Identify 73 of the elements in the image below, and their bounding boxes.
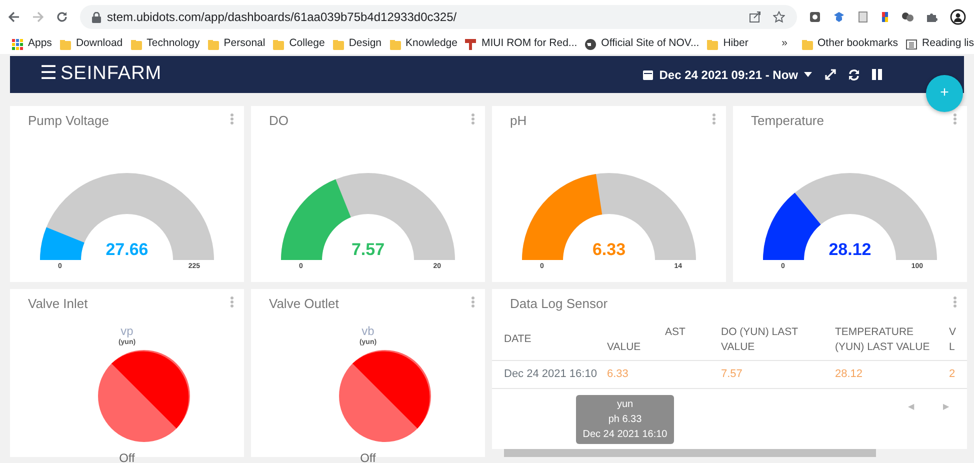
table-cell-text: 2 bbox=[949, 367, 956, 382]
folder-icon bbox=[130, 38, 142, 50]
lock-icon bbox=[92, 12, 101, 22]
folder-icon bbox=[273, 38, 284, 50]
widget-title: pH bbox=[510, 112, 527, 130]
gauge-value: 27.66 bbox=[104, 239, 150, 261]
puzzle-icon[interactable] bbox=[926, 11, 938, 23]
refresh-icon[interactable] bbox=[848, 68, 860, 80]
table-cell-text: 28.12 bbox=[835, 367, 864, 382]
extension-icon[interactable] bbox=[809, 11, 821, 23]
gauge-value: 6.33 bbox=[591, 239, 627, 261]
reading-list-icon bbox=[906, 38, 918, 50]
widget-title: Valve Outlet bbox=[269, 295, 339, 313]
site-icon bbox=[465, 38, 476, 50]
bookmark-link[interactable]: Other bookmarks bbox=[802, 36, 898, 52]
widget-title: Data Log Sensor bbox=[510, 295, 608, 313]
dashboard-title: SEINFARM bbox=[60, 62, 162, 86]
widget-title: Pump Voltage bbox=[28, 112, 109, 130]
folder-icon bbox=[802, 38, 813, 50]
more-bookmarks-button[interactable]: » bbox=[782, 36, 788, 52]
bookmark-link[interactable]: Hiber bbox=[707, 36, 748, 52]
table-cell-text: 7.57 bbox=[721, 367, 744, 382]
folder-icon bbox=[60, 38, 71, 50]
caret-icon bbox=[804, 72, 812, 77]
pause-icon[interactable] bbox=[872, 69, 882, 80]
indicator-state: Off bbox=[359, 450, 377, 463]
bookmark-link[interactable]: Apps bbox=[12, 36, 52, 52]
bookmark-link[interactable]: Design bbox=[332, 36, 382, 52]
widget-title: DO bbox=[269, 112, 288, 130]
widget-title: Valve Inlet bbox=[28, 295, 88, 313]
address-bar[interactable]: stem.ubidots.com/app/dashboards/61aa039b75b4d12933d0c325/ bbox=[80, 5, 797, 29]
column-header: DATE bbox=[503, 332, 532, 347]
date-range-selector[interactable]: Dec 24 2021 09:21 - Now bbox=[642, 64, 813, 84]
chart-tooltip: yun ph 6.33 Dec 24 2021 16:10 bbox=[576, 395, 674, 444]
folder-icon bbox=[390, 38, 401, 50]
bookmark-link[interactable]: Knowledge bbox=[390, 36, 458, 52]
folder-icon bbox=[208, 38, 219, 50]
fullscreen-icon[interactable] bbox=[825, 69, 836, 80]
scrollbar-thumb[interactable] bbox=[504, 449, 876, 457]
folder-icon bbox=[332, 38, 344, 50]
url-text: stem.ubidots.com/app/dashboards/61aa039b75b4d12933d0c325/ bbox=[107, 9, 457, 26]
gauge-value: 28.12 bbox=[828, 239, 872, 261]
back-icon[interactable] bbox=[8, 11, 20, 23]
bookmark-link[interactable]: Personal bbox=[208, 36, 266, 52]
widget-title: Temperature bbox=[751, 112, 824, 130]
star-icon[interactable] bbox=[773, 11, 785, 23]
column-header: DO (YUN) LAST VALUE bbox=[721, 324, 800, 354]
table-cell-text: Dec 24 2021 16:10 bbox=[503, 367, 598, 382]
column-header: AST VALUE bbox=[607, 324, 686, 354]
bookmark-link[interactable]: Official Site of NOV... bbox=[585, 36, 700, 52]
extension-icon[interactable] bbox=[901, 11, 914, 23]
bookmark-link[interactable]: College bbox=[273, 36, 325, 52]
bookmark-link[interactable]: Technology bbox=[130, 36, 200, 52]
reload-icon[interactable] bbox=[56, 11, 68, 23]
bookmark-link[interactable]: MIUI ROM for Red... bbox=[465, 36, 578, 52]
calendar-icon bbox=[643, 69, 654, 80]
bookmark-link[interactable]: Reading lis bbox=[906, 36, 974, 52]
extension-icon[interactable] bbox=[881, 11, 889, 23]
variable-name: vb bbox=[360, 323, 376, 338]
gauge-value: 7.57 bbox=[350, 239, 386, 261]
indicator-state: Off bbox=[118, 450, 136, 463]
bookmark-link[interactable]: Download bbox=[60, 36, 123, 52]
extension-icon[interactable] bbox=[833, 11, 845, 23]
apps-grid-icon bbox=[12, 38, 23, 50]
column-header: V L bbox=[949, 324, 958, 354]
column-header: TEMPERATURE (YUN) LAST VALUE bbox=[835, 324, 931, 354]
menu-icon[interactable]: ☰ bbox=[40, 60, 58, 89]
table-cell-text: 6.33 bbox=[607, 367, 630, 382]
globe-icon bbox=[585, 38, 596, 50]
profile-icon[interactable] bbox=[950, 9, 966, 25]
folder-icon bbox=[707, 38, 718, 50]
variable-name: vp bbox=[120, 323, 134, 338]
share-icon[interactable] bbox=[749, 11, 761, 23]
